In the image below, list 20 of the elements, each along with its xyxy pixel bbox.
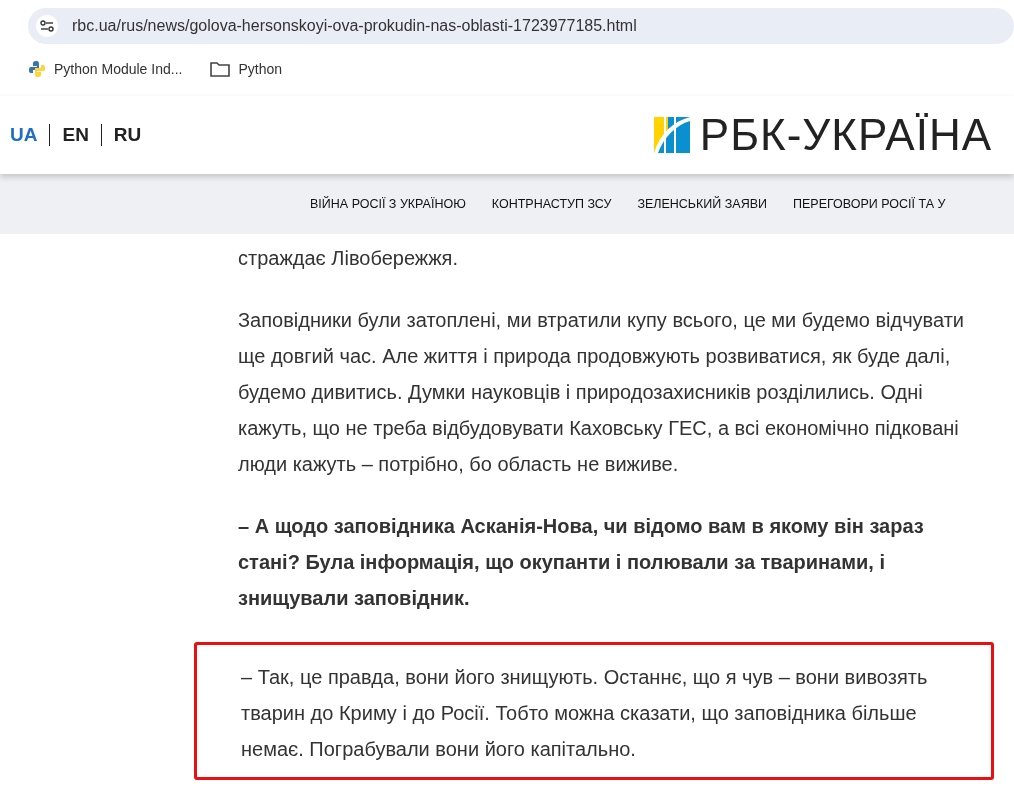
paragraph: Заповідники були затоплені, ми втратили купу всього, це ми будемо відчувати ще довгий час. Але життя і природа продовжують розвиватися, як буде далі, будемо дивитись. Думки науковців і природозахисників розділились. Одні кажуть, що не треба відбудовувати Каховську ГЕС, а всі економічно підковані люди кажуть – потрібно, бо область не виживе. xyxy=(238,308,965,477)
bookmark[interactable]: Python xyxy=(210,61,282,77)
language-link[interactable]: UA xyxy=(10,124,50,146)
bookmark[interactable]: Python Module Ind... xyxy=(28,60,183,78)
highlighted-paragraph: – Так, це правда, вони його знищують. Останнє, що я чув – вони вивозять тварин до Криму і до Росії. Тобто можна сказати, що заповідника більше немає. Пограбували вони його капітально. xyxy=(194,642,994,780)
nav-link[interactable]: ЗЕЛЕНСЬКИЙ ЗАЯВИ xyxy=(637,197,768,211)
paragraph: страждає Лівобережжя. xyxy=(238,246,459,271)
logo-icon xyxy=(653,117,690,153)
nav-link[interactable]: ВІЙНА РОСІЇ З УКРАЇНОЮ xyxy=(310,197,466,211)
question-paragraph: – А щодо заповідника Асканія-Нова, чи відомо вам в якому він зараз стані? Була інформація, що окупанти і полювали за тваринами, і знищували заповідник. xyxy=(238,514,925,611)
address-bar[interactable]: rbc.ua/rus/news/golova-hersonskoyi-ova-prokudin-nas-oblasti-1723977185.html xyxy=(28,8,1014,44)
language-link[interactable]: EN xyxy=(49,124,101,146)
logo-text: РБК-УКРАЇНА xyxy=(699,110,992,160)
url-text: rbc.ua/rus/news/golova-hersonskoyi-ova-prokudin-nas-oblasti-1723977185.html xyxy=(72,17,637,35)
site-settings-icon[interactable] xyxy=(36,15,58,37)
folder-icon xyxy=(210,61,231,77)
nav-link[interactable]: ПЕРЕГОВОРИ РОСІЇ ТА У xyxy=(793,197,946,211)
nav-link[interactable]: КОНТРНАСТУП ЗСУ xyxy=(491,197,612,211)
python-logo-icon xyxy=(28,60,46,78)
language-link[interactable]: RU xyxy=(100,124,154,146)
